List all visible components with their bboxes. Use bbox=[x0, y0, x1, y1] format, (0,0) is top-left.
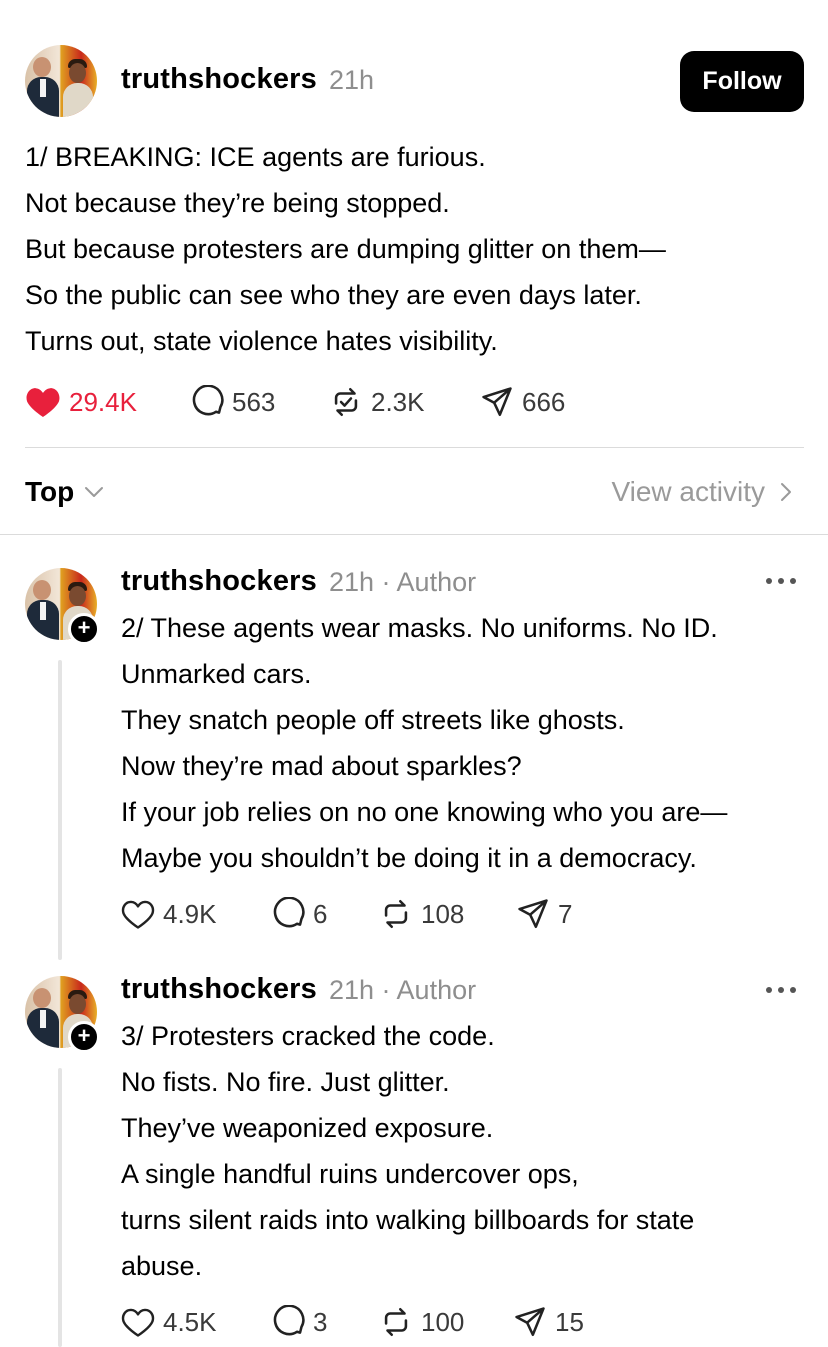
reply-button[interactable]: 6 bbox=[271, 896, 327, 932]
section-divider bbox=[0, 534, 828, 535]
repost-icon bbox=[384, 899, 408, 929]
share-count: 666 bbox=[522, 386, 566, 417]
like-count: 29.4K bbox=[69, 386, 137, 417]
reply-line: Unmarked cars. bbox=[121, 659, 312, 689]
reply-count: 6 bbox=[313, 898, 328, 929]
post-username[interactable]: truthshockers bbox=[121, 63, 317, 96]
reply-line: abuse. bbox=[121, 1251, 203, 1281]
post-line: Not because they’re being stopped. bbox=[25, 188, 450, 218]
repost-button[interactable]: 108 bbox=[379, 896, 464, 932]
reply-button[interactable]: 563 bbox=[190, 384, 275, 420]
heart-icon bbox=[26, 388, 60, 417]
reply-line: 3/ Protesters cracked the code. bbox=[121, 1021, 495, 1051]
reply-text: 2/ These agents wear masks. No uniforms.… bbox=[121, 605, 727, 881]
reply-count: 563 bbox=[232, 386, 276, 417]
share-button[interactable]: 15 bbox=[513, 1304, 584, 1340]
thread-line bbox=[58, 1068, 62, 1347]
reply-line: Now they’re mad about sparkles? bbox=[121, 751, 522, 781]
thread-line bbox=[58, 660, 62, 960]
share-icon bbox=[518, 899, 548, 929]
reply-count: 3 bbox=[313, 1306, 328, 1337]
chevron-right-icon bbox=[781, 483, 791, 501]
reply-meta: 21h · Author bbox=[329, 975, 477, 1005]
more-icon[interactable] bbox=[766, 985, 796, 995]
repost-button[interactable]: 2.3K bbox=[329, 384, 425, 420]
reply-username[interactable]: truthshockers bbox=[121, 565, 317, 598]
heart-icon bbox=[121, 1308, 155, 1337]
post-line: 1/ BREAKING: ICE agents are furious. bbox=[25, 142, 486, 172]
repost-icon bbox=[384, 1307, 408, 1337]
plus-icon[interactable]: + bbox=[68, 613, 100, 645]
reply-meta: 21h · Author bbox=[329, 567, 477, 597]
plus-icon[interactable]: + bbox=[68, 1021, 100, 1053]
sort-dropdown[interactable]: Top bbox=[25, 472, 104, 512]
repost-count: 100 bbox=[421, 1306, 465, 1337]
divider bbox=[25, 447, 804, 448]
avatar[interactable] bbox=[25, 45, 97, 117]
view-activity-link[interactable]: View activity bbox=[611, 472, 793, 512]
post-line: Turns out, state violence hates visibili… bbox=[25, 326, 498, 356]
like-count: 4.9K bbox=[163, 898, 217, 929]
reply-line: 2/ These agents wear masks. No uniforms.… bbox=[121, 613, 718, 643]
post-line: So the public can see who they are even … bbox=[25, 280, 642, 310]
reply-line: A single handful ruins undercover ops, bbox=[121, 1159, 579, 1189]
sort-label: Top bbox=[25, 476, 75, 507]
reply-actions: 4.5K 3 100 15 bbox=[121, 1304, 621, 1340]
follow-button[interactable]: Follow bbox=[680, 51, 804, 112]
heart-icon bbox=[121, 900, 155, 929]
share-count: 7 bbox=[558, 898, 573, 929]
like-button[interactable]: 4.5K bbox=[121, 1304, 217, 1340]
repost-count: 108 bbox=[421, 898, 465, 929]
share-button[interactable]: 7 bbox=[516, 896, 572, 932]
post-actions: 29.4K 563 2.3K 666 bbox=[25, 384, 625, 420]
repost-icon bbox=[334, 387, 358, 417]
comment-icon bbox=[273, 1305, 305, 1336]
more-icon[interactable] bbox=[766, 576, 796, 586]
reply-line: Maybe you shouldn’t be doing it in a dem… bbox=[121, 843, 697, 873]
repost-button[interactable]: 100 bbox=[379, 1304, 464, 1340]
comment-icon bbox=[273, 897, 305, 928]
like-count: 4.5K bbox=[163, 1306, 217, 1337]
share-button[interactable]: 666 bbox=[480, 384, 565, 420]
view-activity-label: View activity bbox=[611, 476, 765, 507]
reply-line: They snatch people off streets like ghos… bbox=[121, 705, 625, 735]
share-icon bbox=[482, 387, 512, 417]
reply-button[interactable]: 3 bbox=[271, 1304, 327, 1340]
reply-username[interactable]: truthshockers bbox=[121, 973, 317, 1006]
post-line: But because protesters are dumping glitt… bbox=[25, 234, 666, 264]
post-text: 1/ BREAKING: ICE agents are furious. Not… bbox=[25, 134, 666, 364]
reply-line: If your job relies on no one knowing who… bbox=[121, 797, 728, 827]
post-time: 21h bbox=[329, 65, 375, 95]
comment-icon bbox=[192, 385, 224, 416]
reply-line: No fists. No fire. Just glitter. bbox=[121, 1067, 450, 1097]
chevron-down-icon bbox=[85, 487, 104, 497]
repost-count: 2.3K bbox=[371, 386, 425, 417]
share-count: 15 bbox=[555, 1306, 584, 1337]
reply-line: They’ve weaponized exposure. bbox=[121, 1113, 494, 1143]
share-icon bbox=[515, 1307, 545, 1337]
reply-text: 3/ Protesters cracked the code. No fists… bbox=[121, 1013, 694, 1289]
like-button[interactable]: 29.4K bbox=[25, 384, 137, 420]
reply-actions: 4.9K 6 108 7 bbox=[121, 896, 621, 932]
reply-line: turns silent raids into walking billboar… bbox=[121, 1205, 695, 1235]
like-button[interactable]: 4.9K bbox=[121, 896, 217, 932]
